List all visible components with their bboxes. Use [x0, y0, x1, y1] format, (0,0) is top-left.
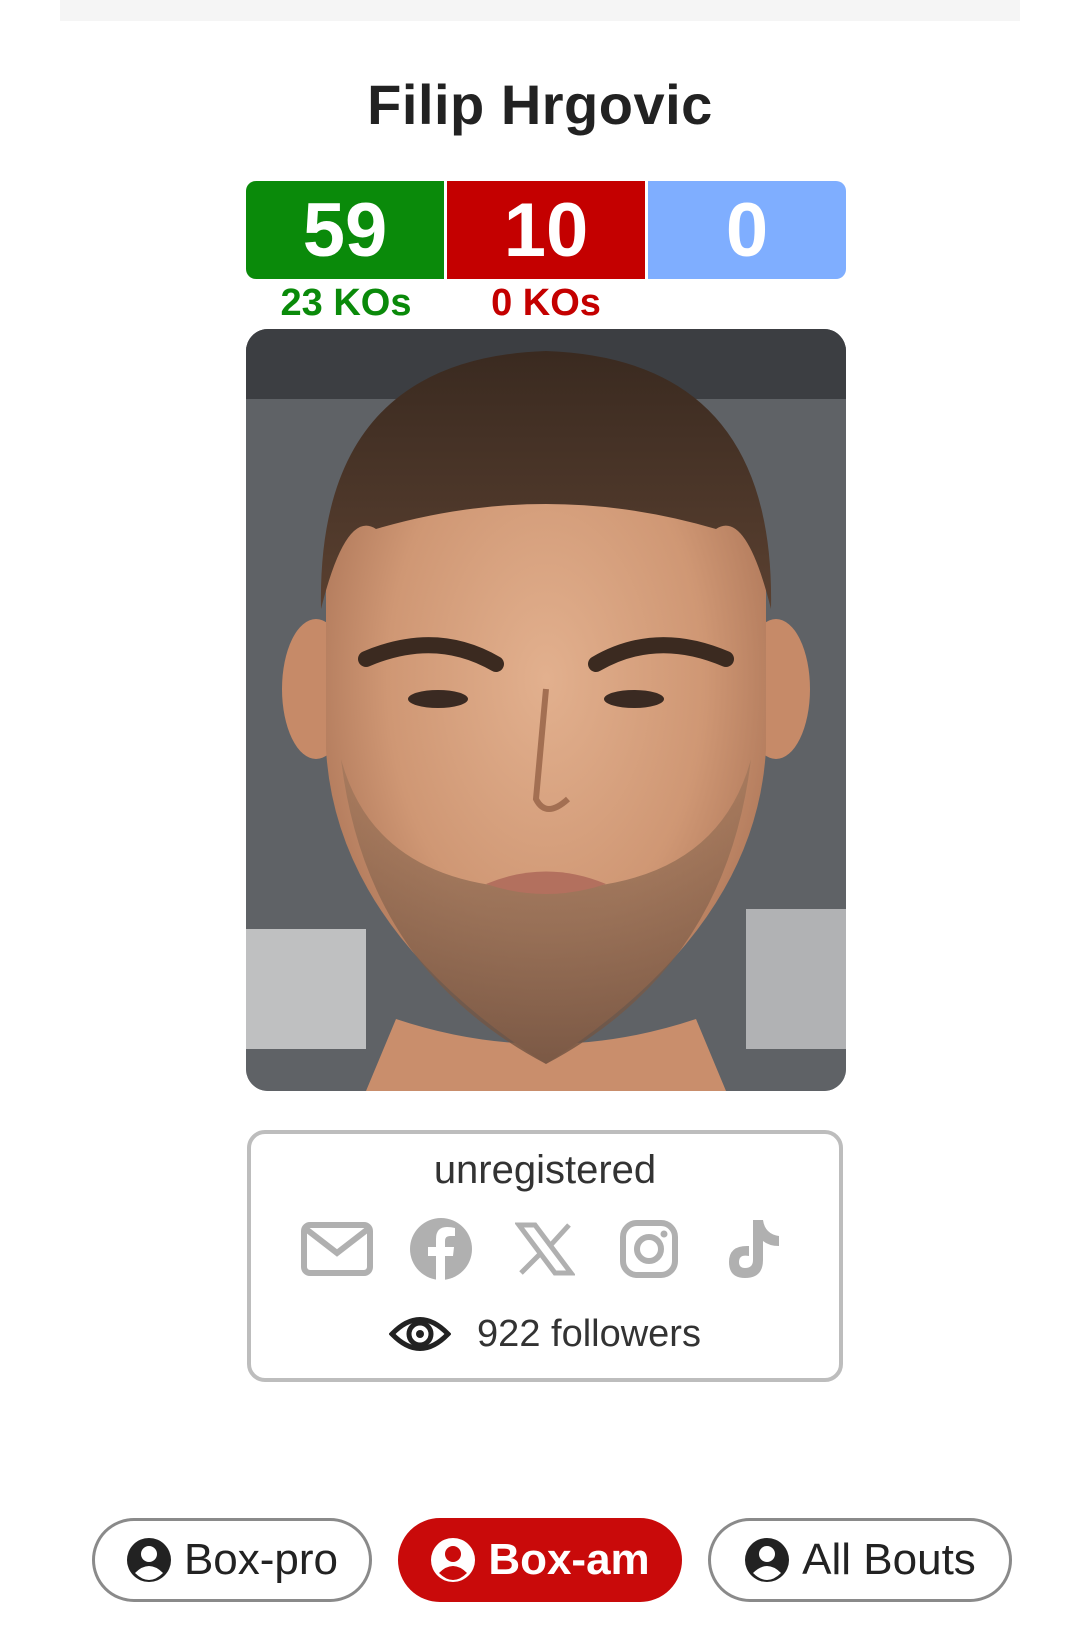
draws-count: 0 — [648, 181, 846, 279]
user-circle-icon — [744, 1537, 790, 1583]
fighter-name: Filip Hrgovic — [367, 73, 713, 136]
eye-icon — [389, 1317, 452, 1351]
tab-box-pro-label: Box-pro — [183, 1535, 339, 1584]
instagram-icon[interactable] — [611, 1214, 687, 1284]
top-strip — [60, 0, 1020, 21]
kos-row: 23 KOs 0 KOs — [246, 282, 846, 324]
tab-all-bouts[interactable]: All Bouts — [708, 1518, 1012, 1602]
losses-kos: 0 KOs — [491, 282, 601, 324]
fighter-photo — [246, 329, 846, 1091]
draws-kos-empty — [646, 282, 846, 322]
registration-status: unregistered — [433, 1148, 657, 1192]
fighter-portrait-icon — [246, 329, 846, 1091]
email-icon[interactable] — [299, 1214, 375, 1284]
social-links — [251, 1214, 839, 1284]
followers-row: 922 followers — [251, 1304, 839, 1364]
user-circle-icon — [430, 1537, 476, 1583]
record-type-tabs: Box-pro Box-am All Bouts — [92, 1518, 1012, 1602]
tab-box-am[interactable]: Box-am — [398, 1518, 682, 1602]
user-circle-icon — [126, 1537, 172, 1583]
x-icon[interactable] — [507, 1214, 583, 1284]
losses-count: 10 — [447, 181, 648, 279]
tab-box-am-label: Box-am — [488, 1535, 650, 1584]
wins-kos: 23 KOs — [280, 282, 412, 324]
wins-count: 59 — [246, 181, 447, 279]
tab-box-pro[interactable]: Box-pro — [92, 1518, 372, 1602]
record-bar: 59 10 0 — [246, 181, 846, 279]
tiktok-icon[interactable] — [715, 1214, 791, 1284]
page: Filip Hrgovic 59 10 0 23 KOs 0 KOs unreg… — [0, 0, 1080, 1635]
profile-info-box: unregistered 922 followers — [247, 1130, 843, 1382]
tab-all-bouts-label: All Bouts — [802, 1535, 976, 1584]
followers-count: 922 followers — [477, 1312, 701, 1355]
facebook-icon[interactable] — [403, 1214, 479, 1284]
